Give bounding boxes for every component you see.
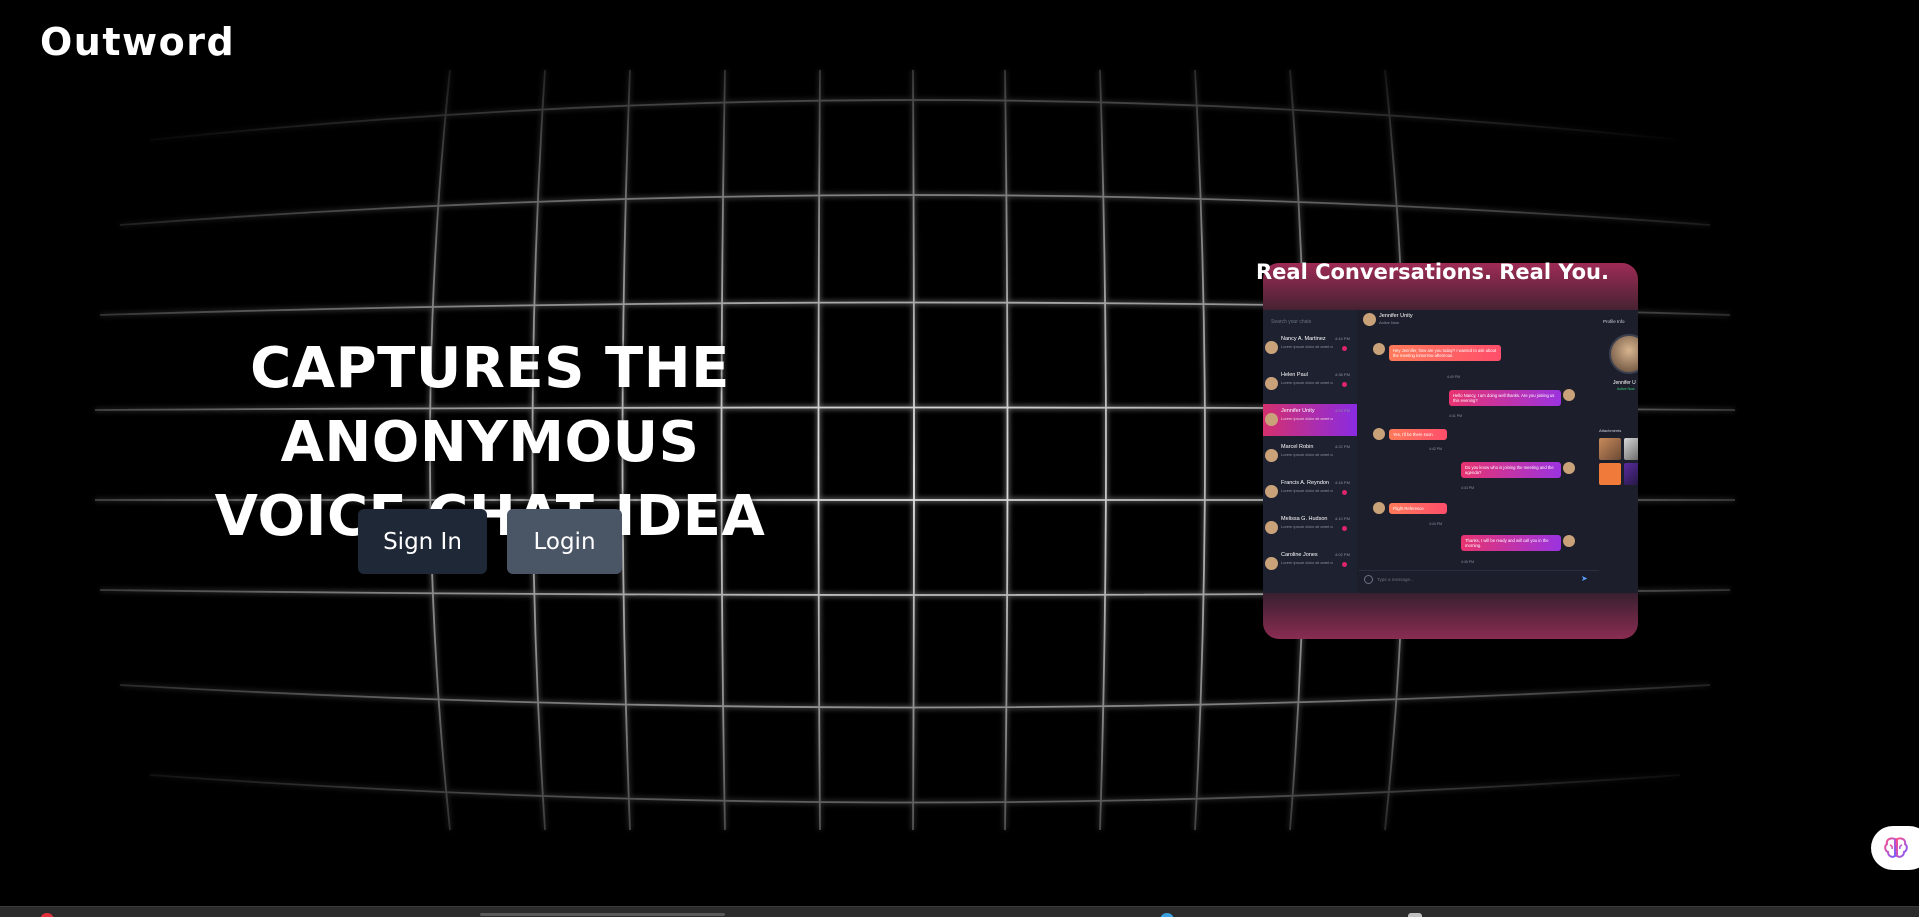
chat-preview: Lorem ipsum dolor sit amet consectetur <box>1281 344 1333 349</box>
chat-time: 4:38 PM <box>1335 372 1350 377</box>
login-button[interactable]: Login <box>507 509 622 574</box>
unread-dot <box>1342 382 1347 387</box>
avatar <box>1265 449 1278 462</box>
brand-logo[interactable]: Outword <box>40 20 235 64</box>
brain-icon <box>1884 837 1908 858</box>
chat-preview: Lorem ipsum dolor sit amet consectetur <box>1281 524 1333 529</box>
chat-time: 4:22 PM <box>1335 444 1350 449</box>
avatar <box>1373 343 1385 355</box>
profile-label: Profile Info <box>1603 319 1625 324</box>
chat-list-item: Nancy A. Martinez Lorem ipsum dolor sit … <box>1263 332 1357 364</box>
showcase-title: Real Conversations. Real You. <box>1256 260 1609 284</box>
message-composer: Type a message... ➤ <box>1359 570 1599 590</box>
avatar <box>1265 485 1278 498</box>
profile-avatar <box>1609 334 1638 374</box>
chat-preview: Lorem ipsum dolor sit amet consectetur <box>1281 488 1333 493</box>
taskbar <box>0 906 1919 917</box>
taskbar-search-field[interactable] <box>480 913 725 916</box>
avatar <box>1563 462 1575 474</box>
chat-name: Helen Paul <box>1281 372 1308 378</box>
app-icon[interactable] <box>1160 913 1174 917</box>
app-showcase-card: Search your chats Nancy A. Martinez Lore… <box>1263 263 1638 639</box>
chat-preview: Lorem ipsum dolor sit amet consectetur <box>1281 416 1333 421</box>
chat-list-item: Caroline Jones Lorem ipsum dolor sit ame… <box>1263 548 1357 580</box>
chat-time: 4:44 PM <box>1335 336 1350 341</box>
chat-list-item: Melissa G. Hudson Lorem ipsum dolor sit … <box>1263 512 1357 544</box>
unread-dot <box>1342 346 1347 351</box>
app-preview: Search your chats Nancy A. Martinez Lore… <box>1263 310 1638 593</box>
chat-preview: Lorem ipsum dolor sit amet consectetur <box>1281 380 1333 385</box>
chat-list-item: Marcel Robin Lorem ipsum dolor sit amet … <box>1263 440 1357 472</box>
message-attachment: Flight Reference <box>1389 503 1447 514</box>
emoji-icon <box>1364 575 1373 584</box>
conversation-name: Jennifer Unity <box>1379 313 1413 319</box>
chat-preview: Lorem ipsum dolor sit amet consectetur <box>1281 560 1333 565</box>
sign-in-button[interactable]: Sign In <box>358 509 487 574</box>
chat-list-item: Helen Paul Lorem ipsum dolor sit amet co… <box>1263 368 1357 400</box>
avatar <box>1265 557 1278 570</box>
attachment-file-icon <box>1599 463 1621 485</box>
profile-status: Active Now <box>1617 387 1635 391</box>
chat-name: Marcel Robin <box>1281 444 1314 450</box>
attachment-thumbnail <box>1624 463 1638 485</box>
chat-sidebar: Search your chats Nancy A. Martinez Lore… <box>1263 310 1357 593</box>
hero-headline-line-2: VOICE CHAT IDEA <box>214 484 766 549</box>
conversation-status: Active Now <box>1379 320 1400 325</box>
chat-time: 4:10 PM <box>1335 516 1350 521</box>
chat-search-input: Search your chats <box>1271 319 1312 325</box>
message-outgoing: Hello Nancy, I am doing well thanks. Are… <box>1449 390 1561 406</box>
message-time: 4:44 PM <box>1429 522 1443 526</box>
avatar <box>1373 428 1385 440</box>
avatar <box>1563 389 1575 401</box>
attachments-label: Attachments <box>1599 428 1622 433</box>
chat-name: Nancy A. Martinez <box>1281 336 1326 342</box>
avatar <box>1265 521 1278 534</box>
chat-name: Caroline Jones <box>1281 552 1318 558</box>
message-outgoing: Thanks, I will be ready and will call yo… <box>1461 535 1561 551</box>
browser-icon[interactable] <box>40 913 54 917</box>
avatar <box>1265 413 1278 426</box>
conversation-header: Jennifer Unity Active Now <box>1359 310 1599 328</box>
message-time: 4:43 PM <box>1461 486 1475 490</box>
message-incoming: Hey Jennifer, how are you today? I wante… <box>1389 345 1501 361</box>
assistant-fab[interactable] <box>1871 826 1919 870</box>
profile-panel: Profile Info Jennifer U Active Now Attac… <box>1593 310 1638 570</box>
avatar <box>1265 341 1278 354</box>
avatar <box>1373 502 1385 514</box>
avatar <box>1363 313 1376 326</box>
avatar <box>1265 377 1278 390</box>
hero-headline-line-1: CAPTURES THE ANONYMOUS <box>250 336 730 475</box>
chat-time: 4:18 PM <box>1335 480 1350 485</box>
message-time: 4:42 PM <box>1429 447 1443 451</box>
compose-placeholder: Type a message... <box>1377 577 1414 582</box>
chat-name: Francis A. Reyndon <box>1281 480 1329 486</box>
chat-list-item: Francis A. Reyndon Lorem ipsum dolor sit… <box>1263 476 1357 508</box>
chat-name: Melissa G. Hudson <box>1281 516 1328 522</box>
message-incoming: Yes, I'll be there soon <box>1389 429 1447 440</box>
chat-list-item-active: Jennifer Unity Lorem ipsum dolor sit ame… <box>1263 404 1357 436</box>
chat-time: 4:02 PM <box>1335 552 1350 557</box>
chat-time: 4:26 PM <box>1335 408 1350 413</box>
attachment-thumbnail <box>1599 438 1621 460</box>
unread-dot <box>1342 490 1347 495</box>
app-icon[interactable] <box>1408 913 1422 917</box>
hero-headline: CAPTURES THE ANONYMOUS VOICE CHAT IDEA <box>40 332 940 554</box>
avatar <box>1563 535 1575 547</box>
unread-dot <box>1342 526 1347 531</box>
chat-preview: Lorem ipsum dolor sit amet consectetur <box>1281 452 1333 457</box>
attachment-thumbnail <box>1624 438 1638 460</box>
send-icon: ➤ <box>1581 574 1588 583</box>
message-time: 4:45 PM <box>1461 560 1475 564</box>
message-time: 4:41 PM <box>1449 414 1463 418</box>
profile-name: Jennifer U <box>1613 380 1636 386</box>
message-time: 4:40 PM <box>1447 375 1461 379</box>
unread-dot <box>1342 562 1347 567</box>
message-outgoing: Do you know who is joining the meeting a… <box>1461 462 1561 478</box>
chat-name: Jennifer Unity <box>1281 408 1315 414</box>
